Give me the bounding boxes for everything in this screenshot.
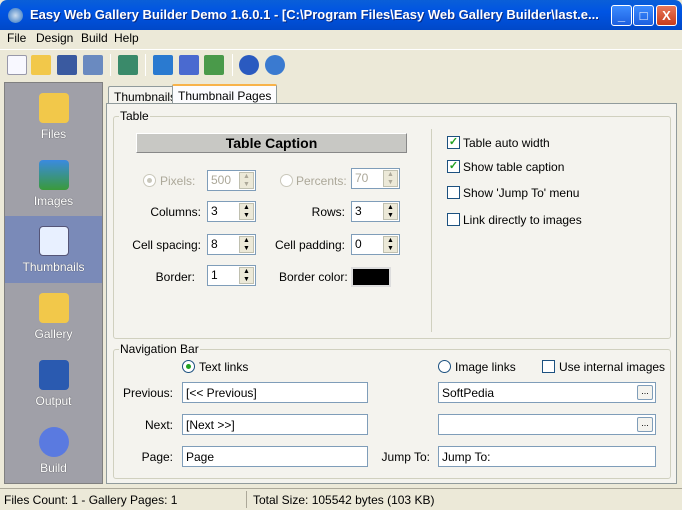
page-label: Page: — [141, 450, 173, 464]
table-group-label: Table — [119, 109, 150, 123]
menu-design[interactable]: Design — [36, 31, 73, 45]
grid-icon[interactable] — [179, 55, 199, 75]
title-bar[interactable]: Easy Web Gallery Builder Demo 1.6.0.1 - … — [0, 0, 682, 30]
menu-bar: File Design Build Help — [0, 30, 682, 47]
thumbnails-icon — [38, 226, 69, 256]
table-caption-button[interactable]: Table Caption — [136, 133, 407, 153]
window-title: Easy Web Gallery Builder Demo 1.6.0.1 - … — [30, 7, 599, 22]
navigation-bar-group: Navigation Bar Text links Image links Us… — [113, 342, 671, 479]
sidebar-item-output[interactable]: Output — [5, 350, 102, 417]
image-links-radio[interactable] — [438, 360, 451, 373]
page-input[interactable]: Page — [182, 446, 368, 467]
add-list-icon[interactable] — [118, 55, 138, 75]
divider — [431, 129, 432, 332]
border-color-label: Border color: — [279, 270, 348, 284]
new-icon[interactable] — [7, 55, 27, 75]
minimize-button[interactable]: _ — [611, 5, 632, 26]
cell-spacing-spinner[interactable]: 8 ▲ ▼ — [207, 234, 256, 255]
show-caption-label: Show table caption — [463, 160, 565, 174]
cell-spacing-label: Cell spacing: — [132, 238, 201, 252]
sidebar-item-thumbnails[interactable]: Thumbnails — [5, 216, 102, 283]
files-count-status: Files Count: 1 - Gallery Pages: 1 — [4, 493, 178, 507]
build-icon[interactable] — [204, 55, 224, 75]
help-icon[interactable] — [239, 55, 259, 75]
sidebar-item-files[interactable]: Files — [5, 83, 102, 150]
text-links-radio[interactable] — [182, 360, 195, 373]
border-spinner[interactable]: 1 ▲ ▼ — [207, 265, 256, 286]
output-icon — [38, 360, 69, 390]
maximize-button[interactable]: □ — [633, 5, 654, 26]
info-icon[interactable] — [265, 55, 285, 75]
show-jump-to-checkbox[interactable] — [447, 186, 460, 199]
pixels-spinner[interactable]: 500 ▲ ▼ — [207, 170, 256, 191]
browse-button[interactable]: ... — [637, 385, 653, 400]
cell-padding-spinner[interactable]: 0 ▲ ▼ — [351, 234, 400, 255]
show-jump-to-label: Show 'Jump To' menu — [463, 186, 580, 200]
link-images-label: Link directly to images — [463, 213, 582, 227]
tab-panel: Table Table Caption Pixels: 500 ▲ ▼ Percen… — [106, 103, 677, 484]
internal-images-label: Use internal images — [559, 360, 666, 374]
text-links-label: Text links — [199, 360, 249, 374]
pixels-radio[interactable] — [143, 174, 156, 187]
menu-help[interactable]: Help — [114, 31, 139, 45]
percents-spinner[interactable]: 70 ▲ ▼ — [351, 168, 400, 189]
table-auto-width-checkbox[interactable]: ✓ — [447, 136, 460, 149]
link-images-checkbox[interactable] — [447, 213, 460, 226]
table-auto-width-label: Table auto width — [463, 136, 550, 150]
gallery-icon — [38, 293, 69, 323]
sidebar-item-images[interactable]: Images — [5, 150, 102, 217]
menu-build[interactable]: Build — [81, 31, 108, 45]
sidebar-item-build[interactable]: Build — [5, 417, 102, 484]
internal-images-checkbox[interactable] — [542, 360, 555, 373]
previous-image-input[interactable]: SoftPedia... — [438, 382, 656, 403]
jump-to-input[interactable]: Jump To: — [438, 446, 656, 467]
status-bar: Files Count: 1 - Gallery Pages: 1 Total … — [0, 488, 682, 510]
rows-spinner[interactable]: 3 ▲ ▼ — [351, 201, 400, 222]
cell-padding-label: Cell padding: — [274, 238, 345, 252]
border-label: Border: — [155, 270, 195, 284]
percents-radio[interactable] — [280, 174, 293, 187]
save-as-icon[interactable] — [83, 55, 103, 75]
previous-label: Previous: — [122, 386, 173, 400]
images-icon — [38, 160, 69, 190]
sidebar-item-gallery[interactable]: Gallery — [5, 283, 102, 350]
pixels-label: Pixels: — [160, 174, 196, 188]
show-caption-checkbox[interactable]: ✓ — [447, 160, 460, 173]
open-icon[interactable] — [31, 55, 51, 75]
toolbar — [0, 49, 682, 79]
save-icon[interactable] — [57, 55, 77, 75]
columns-label: Columns: — [150, 205, 201, 219]
image-links-label: Image links — [455, 360, 516, 374]
columns-spinner[interactable]: 3 ▲ ▼ — [207, 201, 256, 222]
next-label: Next: — [144, 418, 173, 432]
menu-file[interactable]: File — [7, 31, 26, 45]
percents-label: Percents: — [296, 174, 347, 188]
total-size-status: Total Size: 105542 bytes (103 KB) — [253, 493, 435, 507]
browse-button[interactable]: ... — [637, 417, 653, 432]
navigation-bar-label: Navigation Bar — [119, 342, 200, 356]
preview-icon[interactable] — [153, 55, 173, 75]
previous-input[interactable]: [<< Previous] — [182, 382, 368, 403]
next-image-input[interactable]: ... — [438, 414, 656, 435]
gear-icon — [38, 427, 69, 457]
table-group: Table Table Caption Pixels: 500 ▲ ▼ Percen… — [113, 109, 671, 339]
sidebar: Files Images Thumbnails Gallery Output B… — [4, 82, 103, 484]
app-icon — [8, 8, 23, 23]
border-color-swatch[interactable] — [351, 267, 391, 287]
next-input[interactable]: [Next >>] — [182, 414, 368, 435]
jump-to-label: Jump To: — [381, 450, 430, 464]
files-icon — [38, 93, 69, 123]
close-button[interactable]: X — [656, 5, 677, 26]
rows-label: Rows: — [311, 205, 345, 219]
